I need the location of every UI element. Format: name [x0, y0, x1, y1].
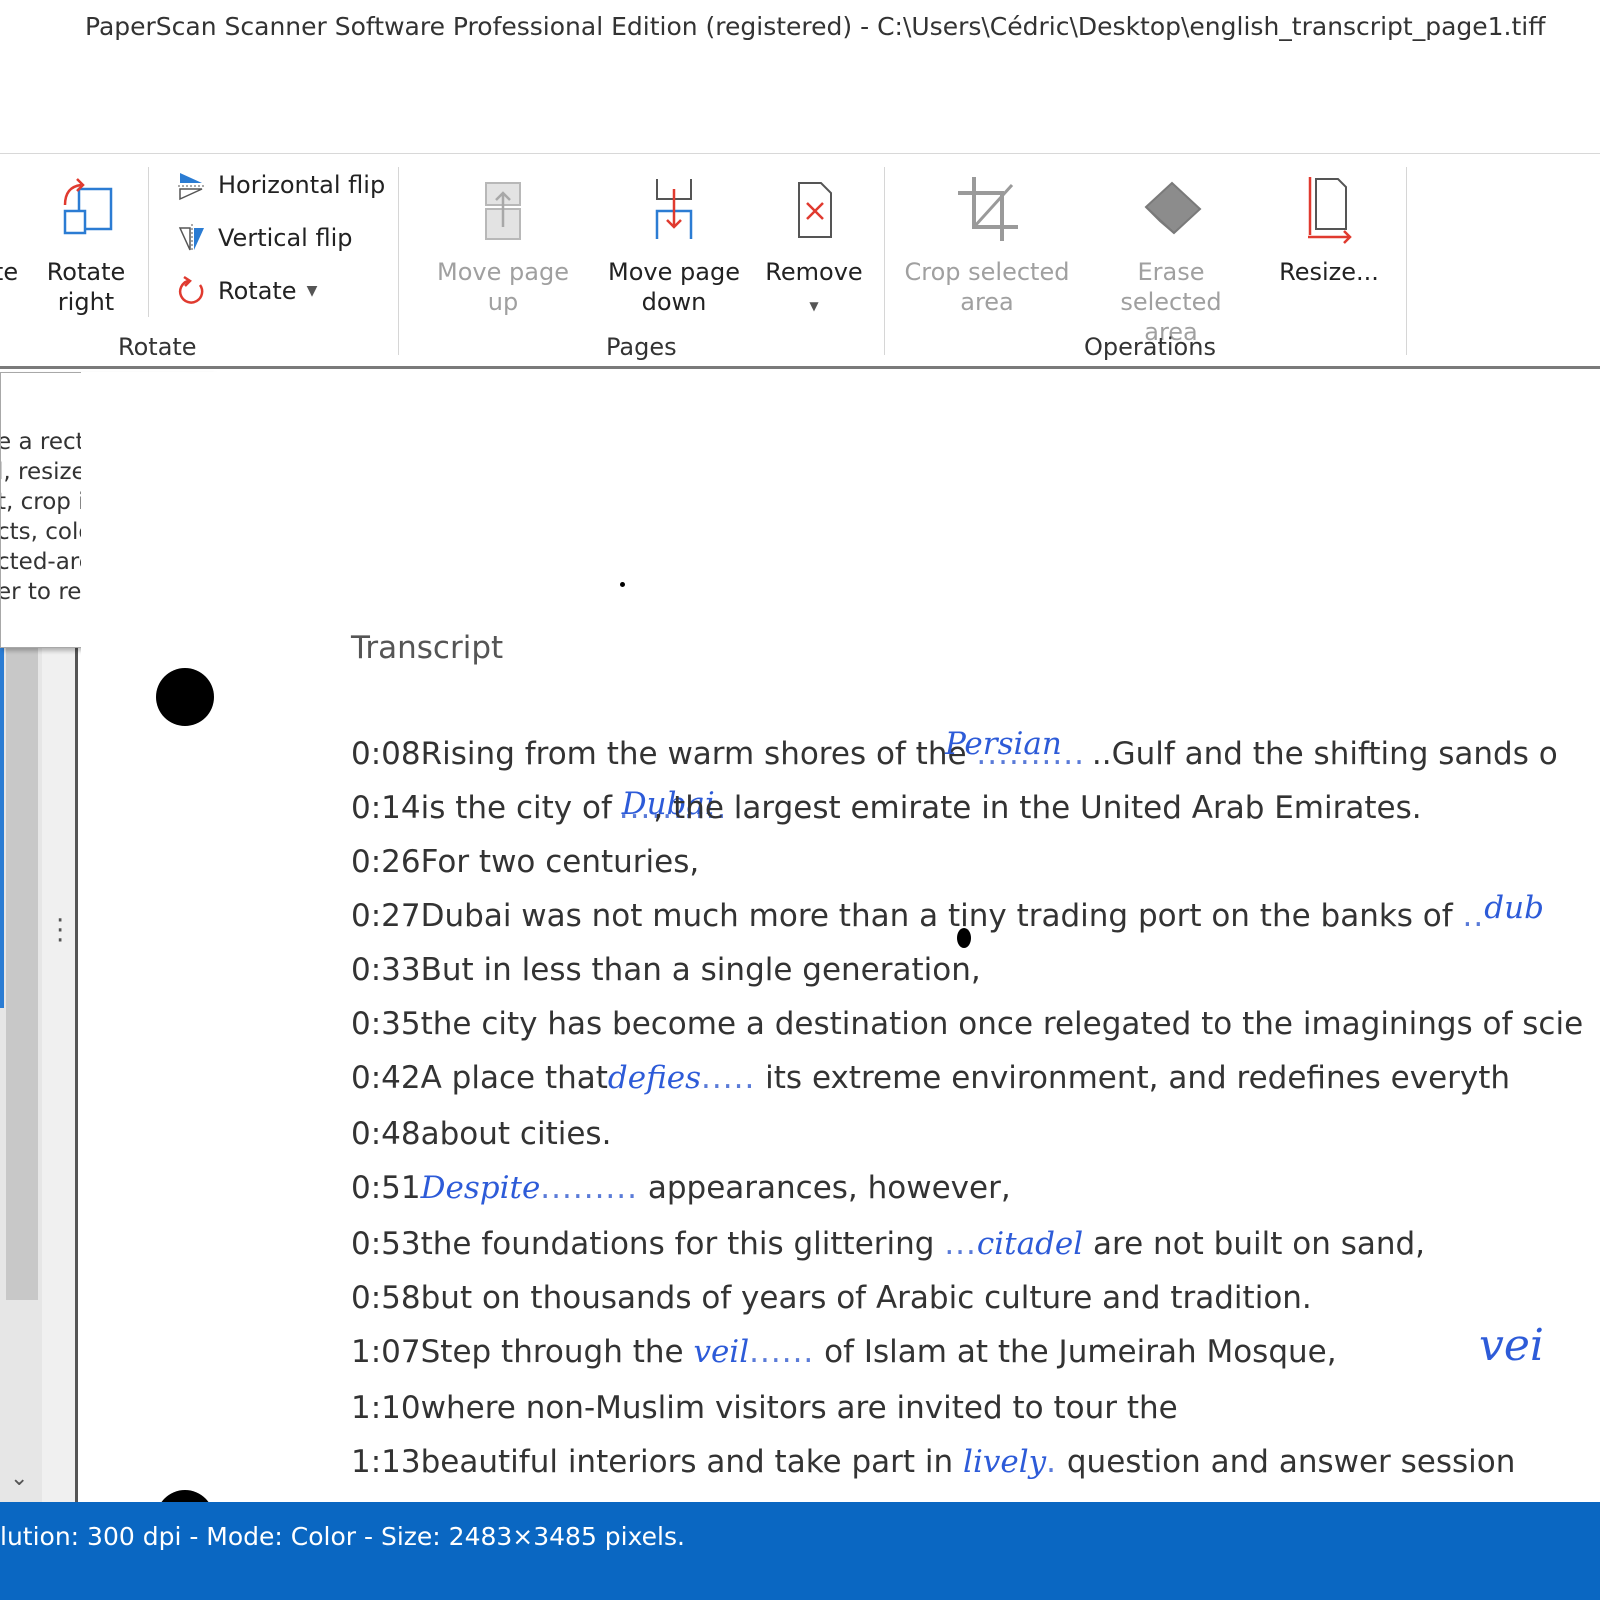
separator	[398, 167, 399, 355]
rotate-left-icon	[0, 165, 21, 251]
move-page-down-label-line2: down	[641, 288, 707, 316]
splitter-grip-icon[interactable]: · · ·	[56, 908, 64, 954]
selected-thumbnail-indicator	[0, 648, 4, 1008]
transcript-line: 0:08Rising from the warm shores of the .…	[351, 726, 1558, 772]
transcript-line: 1:13beautiful interiors and take part in…	[351, 1444, 1516, 1480]
vertical-flip-button[interactable]: Vertical flip	[176, 222, 352, 254]
rotate-right-button[interactable]: Rotate right	[44, 165, 128, 317]
pages-group-label: Pages	[606, 333, 677, 361]
handwritten-word: veil	[693, 1334, 750, 1370]
remove-page-icon	[779, 165, 849, 251]
title-bar: PaperScan Scanner Software Professional …	[0, 0, 1600, 58]
rotate-right-label-line1: Rotate	[46, 258, 126, 286]
transcript-line: 0:51Despite......... appearances, howeve…	[351, 1170, 1011, 1206]
transcript-line: 0:58but on thousands of years of Arabic …	[351, 1280, 1312, 1316]
rotate-right-label-line2: right	[57, 288, 115, 316]
handwritten-word: defies	[607, 1060, 702, 1096]
horizontal-flip-icon	[176, 169, 208, 201]
thumbnail-panel: ⌄ · · ·	[0, 648, 78, 1502]
crop-icon	[952, 165, 1022, 251]
scroll-down-icon[interactable]: ⌄	[10, 1466, 28, 1491]
horizontal-flip-button[interactable]: Horizontal flip	[176, 169, 385, 201]
transcript-line: 0:14is the city of Dubai.........., the …	[351, 786, 1422, 826]
handwritten-word: Despite	[420, 1170, 541, 1206]
rotate-icon	[176, 275, 208, 307]
punch-hole-mark	[156, 1490, 214, 1502]
scan-speck	[620, 582, 625, 587]
transcript-line: 0:26For two centuries,	[351, 844, 700, 880]
horizontal-flip-label: Horizontal flip	[218, 171, 386, 199]
operations-group-label: Operations	[1084, 333, 1216, 361]
margin-handwritten-note: vei	[1479, 1320, 1544, 1371]
ribbon-tab-strip	[0, 58, 1600, 154]
transcript-line: 0:27Dubai was not much more than a tiny …	[351, 890, 1544, 934]
handwritten-word: citadel	[976, 1226, 1084, 1262]
transcript-line: 1:10where non-Muslim visitors are invite…	[351, 1390, 1178, 1426]
erase-selected-area-button[interactable]: Erase selected area	[1090, 165, 1252, 347]
window-title: PaperScan Scanner Software Professional …	[85, 12, 1546, 41]
move-page-down-label-line1: Move page	[608, 258, 740, 286]
resize-icon	[1294, 165, 1364, 251]
thumbnail-scrollbar[interactable]: ⌄	[0, 648, 42, 1502]
remove-label: Remove	[765, 258, 863, 286]
transcript-line: 0:35the city has become a destination on…	[351, 1006, 1584, 1042]
handwritten-word: Persian	[944, 726, 1062, 762]
move-page-down-button[interactable]: Move page down	[604, 165, 744, 317]
remove-button[interactable]: Remove ▼	[762, 165, 866, 321]
move-page-down-icon	[639, 165, 709, 251]
separator	[884, 167, 885, 355]
separator	[148, 167, 149, 317]
transcript-line: 1:07Step through the veil...... of Islam…	[351, 1334, 1337, 1370]
crop-label-line2: area	[960, 288, 1014, 316]
rotate-label: Rotate	[218, 277, 297, 305]
resize-button[interactable]: Resize...	[1270, 165, 1388, 287]
separator	[1406, 167, 1407, 355]
move-page-up-icon	[468, 165, 538, 251]
punch-hole-mark	[156, 668, 214, 726]
rotate-right-icon	[51, 165, 121, 251]
transcript-heading: Transcript	[351, 630, 504, 666]
erase-label-line1: Erase	[1137, 258, 1205, 286]
document-view[interactable]: Transcript 0:08Rising from the warm shor…	[81, 372, 1600, 1502]
vertical-flip-icon	[176, 222, 208, 254]
chevron-down-icon: ▼	[809, 299, 819, 313]
transcript-line: 0:48about cities.	[351, 1116, 612, 1152]
crop-selected-area-button[interactable]: Crop selected area	[904, 165, 1070, 317]
ribbon: te Rotate right Horizontal flip	[0, 155, 1600, 369]
transcript-line: 0:42A place thatdefies..... its extreme …	[351, 1060, 1511, 1096]
handwritten-word: lively	[963, 1444, 1047, 1480]
status-text: lution: 300 dpi - Mode: Color - Size: 24…	[0, 1522, 685, 1551]
transcript-line: 0:53the foundations for this glittering …	[351, 1226, 1426, 1262]
vertical-flip-label: Vertical flip	[218, 224, 353, 252]
eraser-icon	[1136, 165, 1206, 251]
rotate-group-label: Rotate	[118, 333, 197, 361]
rotate-left-button[interactable]: te	[0, 165, 26, 287]
handwritten-word: dub	[1484, 890, 1544, 926]
rotate-dropdown-button[interactable]: Rotate ▼	[176, 275, 317, 307]
resize-label: Resize...	[1279, 258, 1379, 286]
crop-label-line1: Crop selected	[904, 258, 1070, 286]
move-page-up-button[interactable]: Move page up	[420, 165, 586, 317]
status-bar: lution: 300 dpi - Mode: Color - Size: 24…	[0, 1502, 1600, 1600]
chevron-down-icon: ▼	[306, 283, 318, 299]
scrollbar-thumb[interactable]	[6, 648, 38, 1300]
move-page-up-label: Move page up	[437, 258, 569, 316]
rotate-left-label: te	[0, 258, 19, 286]
transcript-line: 0:33But in less than a single generation…	[351, 952, 981, 988]
